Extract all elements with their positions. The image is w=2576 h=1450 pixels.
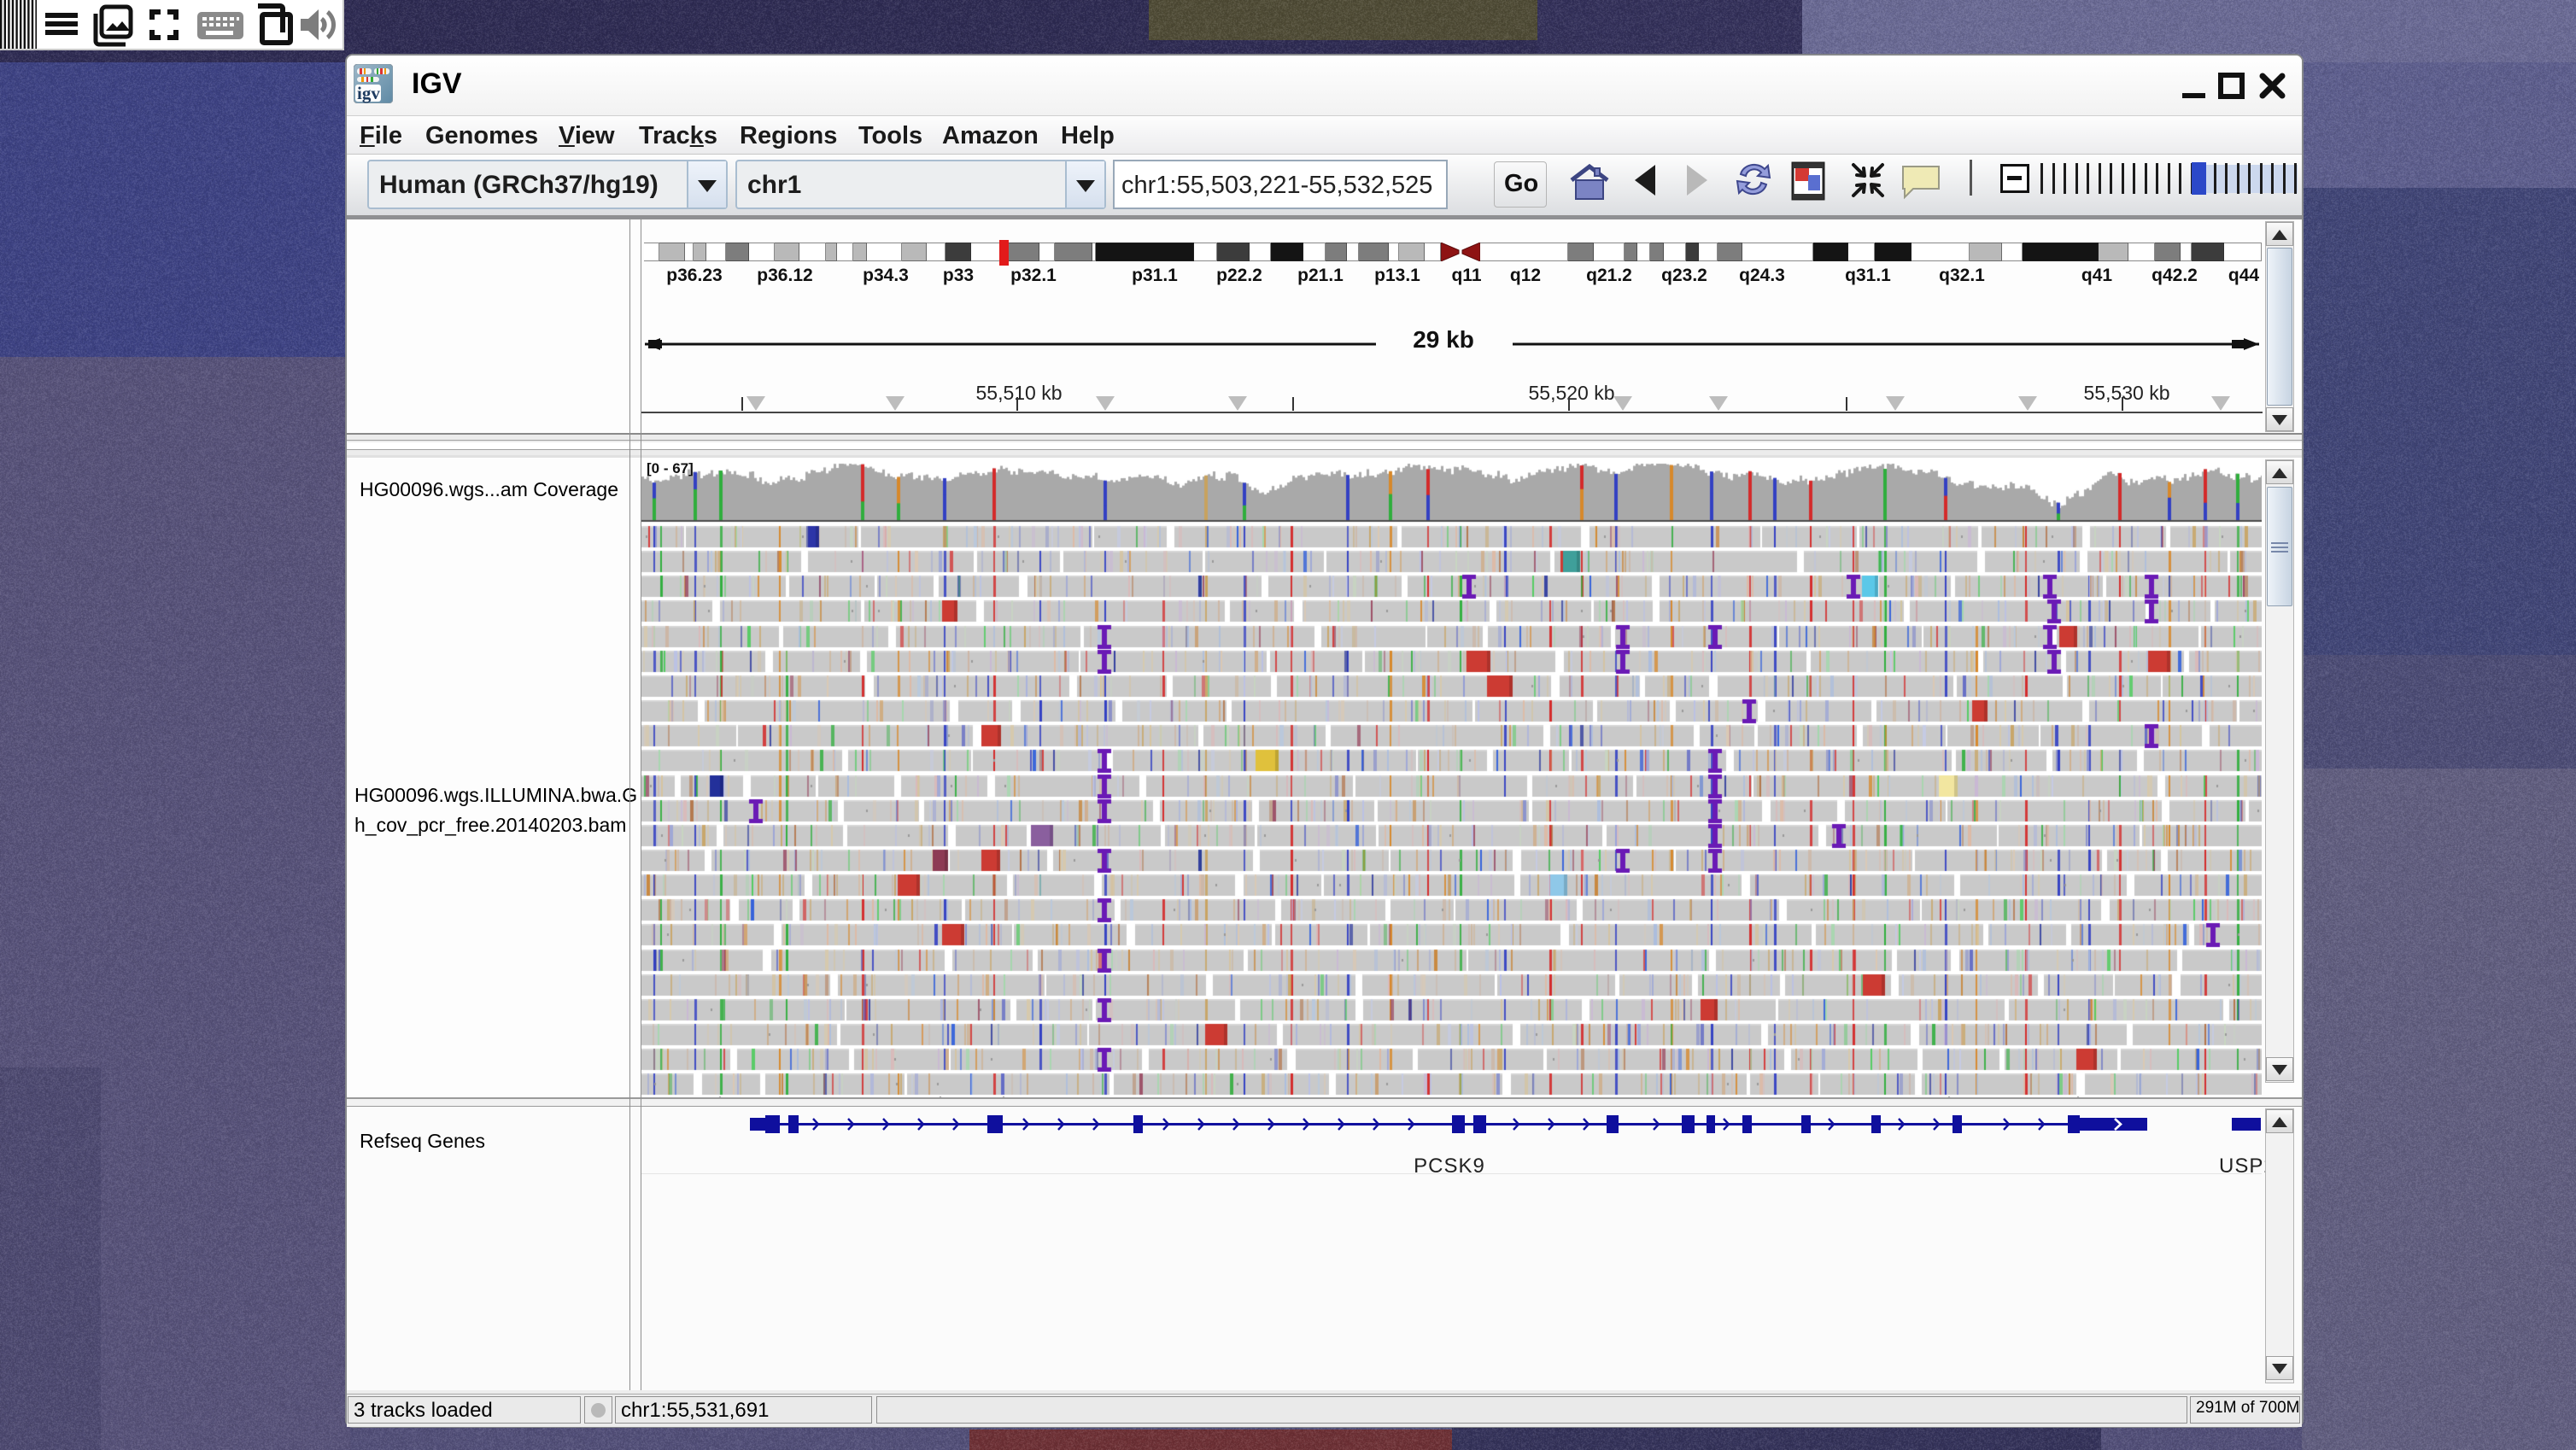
svg-text:igv: igv [357,83,380,103]
